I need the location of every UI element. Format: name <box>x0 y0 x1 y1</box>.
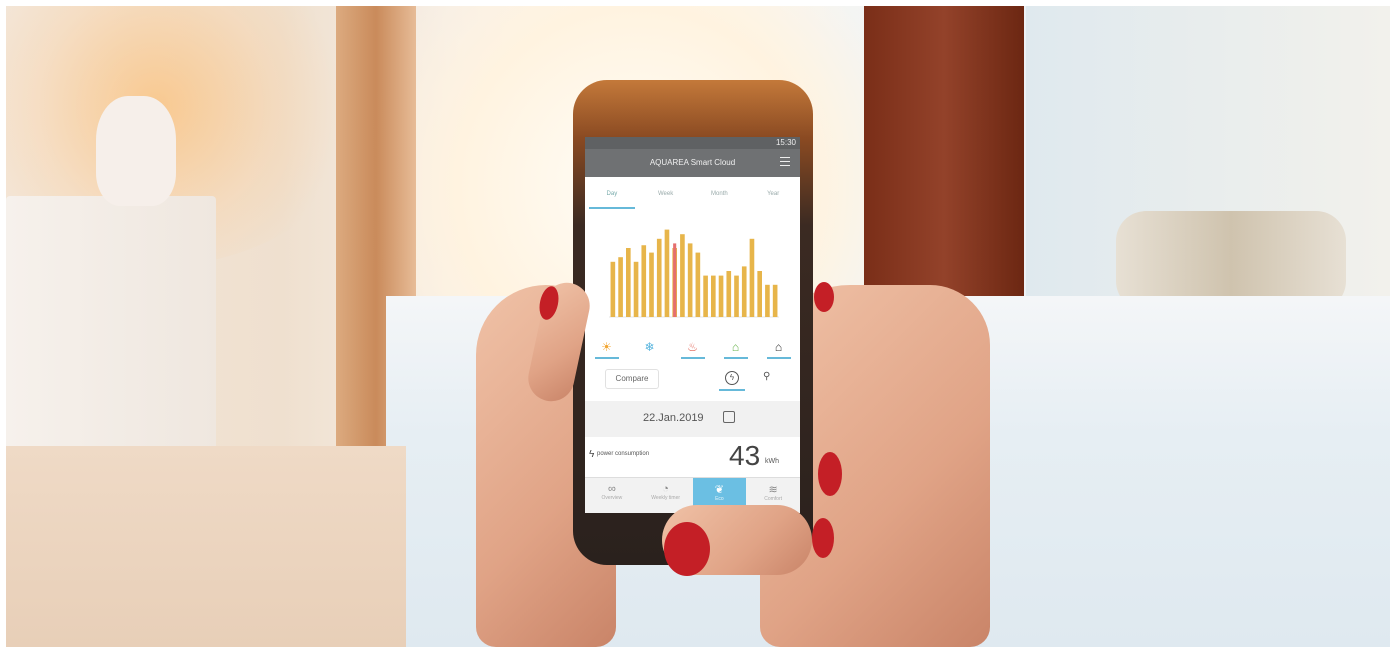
chart-bar <box>687 243 693 317</box>
bolt-icon: ϟ <box>589 449 595 460</box>
chart-bar <box>734 275 739 317</box>
power-icon[interactable]: ϟ <box>725 371 739 385</box>
snowflake-icon[interactable]: ❄ <box>637 339 663 359</box>
wave-icon: ≋ <box>768 484 778 496</box>
chart-highlight-bar <box>673 243 677 317</box>
power-icon-underline <box>719 389 745 391</box>
link-icon: ∞ <box>607 483 616 495</box>
right-finger-nail-1 <box>814 282 834 312</box>
floor <box>6 446 406 647</box>
gas-icon[interactable]: ⚲ <box>763 371 779 385</box>
chart-bar <box>610 261 616 317</box>
consumption-row: ϟ power consumption 43 kWh <box>585 437 800 477</box>
house-icon[interactable]: ⌂ <box>723 339 749 359</box>
nav-comfort-label: Comfort <box>764 496 783 502</box>
tab-day[interactable]: Day <box>585 181 639 211</box>
status-bar: 15:30 <box>585 137 800 149</box>
app-title: AQUAREA Smart Cloud <box>649 158 736 167</box>
clock-icon: ◔ <box>662 483 669 495</box>
tab-year[interactable]: Year <box>746 181 800 211</box>
right-curtain <box>864 6 1024 316</box>
right-finger-nail-3 <box>812 518 834 558</box>
menu-icon[interactable] <box>780 157 790 166</box>
chart-bar <box>718 275 724 317</box>
chart-bar <box>703 275 708 317</box>
chart-bar <box>711 275 716 317</box>
consumption-chart <box>609 229 779 318</box>
app-header: AQUAREA Smart Cloud <box>585 149 800 177</box>
date-bar: 22.Jan.2019 <box>585 401 800 437</box>
tap-icon[interactable]: ♨ <box>680 339 706 359</box>
tab-month[interactable]: Month <box>693 181 747 211</box>
chart-bar <box>695 252 701 317</box>
chart-bar <box>680 234 685 317</box>
right-finger-nail-2 <box>818 452 842 496</box>
phone-screen: 15:30 AQUAREA Smart Cloud Day Week Month… <box>585 137 800 513</box>
chart-bar <box>765 284 770 317</box>
date-text: 22.Jan.2019 <box>643 412 704 424</box>
nav-weekly-timer-label: Weekly timer <box>651 495 681 501</box>
period-tabs: Day Week Month Year <box>585 181 800 211</box>
nav-overview[interactable]: ∞ Overview <box>585 478 639 513</box>
consumption-label: power consumption <box>597 451 650 457</box>
house-heat-icon[interactable]: ⌂ <box>766 339 792 359</box>
consumption-value: 43 <box>729 440 761 471</box>
chart-bar <box>618 257 623 317</box>
chart-bar <box>749 238 755 317</box>
vase <box>96 96 176 206</box>
chart-bar <box>741 266 747 317</box>
chart-bar <box>641 245 647 317</box>
leaf-icon: ❦ <box>714 484 724 496</box>
nav-overview-label: Overview <box>601 495 623 501</box>
tab-week[interactable]: Week <box>639 181 693 211</box>
right-thumb-nail <box>664 522 710 576</box>
chart-bar <box>649 252 654 317</box>
sun-icon[interactable]: ☀ <box>594 339 620 359</box>
chart-bar <box>726 271 732 317</box>
status-time: 15:30 <box>775 138 796 147</box>
chart-bar <box>664 229 670 317</box>
calendar-icon[interactable] <box>723 411 735 423</box>
chart-bar <box>626 248 631 317</box>
chart-bar <box>772 284 778 317</box>
chart-bar <box>656 238 662 317</box>
mode-icons: ☀ ❄ ♨ ⌂ ⌂ <box>585 337 800 361</box>
compare-button[interactable]: Compare <box>605 369 659 389</box>
chart-bar <box>757 271 762 317</box>
nav-eco-label: Eco <box>715 496 724 502</box>
chart-bar <box>633 261 639 317</box>
consumption-unit: kWh <box>765 458 779 465</box>
